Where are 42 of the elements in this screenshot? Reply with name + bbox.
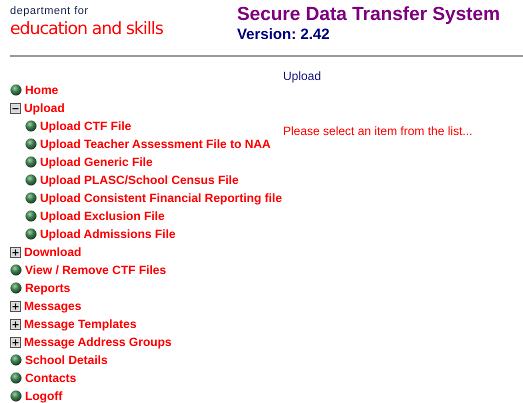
logo-tagline: department for (10, 4, 90, 18)
ball-icon (25, 192, 37, 204)
menu-link[interactable]: Messages (24, 297, 82, 315)
menu-link[interactable]: Upload Consistent Financial Reporting file (40, 189, 282, 207)
menu-link[interactable]: View / Remove CTF Files (25, 261, 166, 279)
menu-link[interactable]: Upload Admissions File (40, 225, 176, 243)
app-title: Secure Data Transfer System (237, 4, 500, 26)
menu-link[interactable]: Message Templates (24, 315, 136, 333)
plus-box-icon[interactable] (10, 336, 21, 348)
menu-link[interactable]: Download (24, 243, 82, 261)
ball-icon (25, 120, 37, 132)
menu-link[interactable]: Upload Teacher Assessment File to NAA (40, 135, 271, 153)
version-text: Version: 2.42 (237, 26, 331, 43)
instruction-text: Please select an item from the list... (283, 124, 472, 138)
ball-icon (25, 138, 37, 150)
menu-link[interactable]: Upload (24, 99, 65, 117)
menu-link[interactable]: Message Address Groups (24, 333, 172, 351)
minus-box-icon[interactable] (10, 102, 21, 114)
menu-link[interactable]: Upload Exclusion File (40, 207, 165, 225)
ball-icon (10, 84, 22, 96)
ball-icon (10, 282, 22, 294)
ball-icon (10, 354, 22, 366)
section-heading: Upload (283, 69, 322, 83)
ball-icon (25, 228, 37, 240)
menu-link[interactable]: Home (25, 81, 58, 99)
plus-box-icon[interactable] (10, 246, 21, 258)
menu-link[interactable]: Logoff (25, 387, 62, 403)
menu-link[interactable]: Upload PLASC/School Census File (40, 171, 239, 189)
plus-box-icon[interactable] (10, 300, 21, 312)
ball-icon (25, 210, 37, 222)
ball-icon (10, 264, 22, 276)
menu-link[interactable]: Contacts (25, 369, 76, 387)
menu-link[interactable]: Reports (25, 279, 70, 297)
ball-icon (10, 372, 22, 384)
menu-link[interactable]: School Details (25, 351, 108, 369)
ball-icon (10, 390, 22, 402)
menu-link[interactable]: Upload CTF File (40, 117, 132, 135)
logo-text: education and skills (10, 18, 164, 40)
plus-box-icon[interactable] (10, 318, 21, 330)
menu-link[interactable]: Upload Generic File (40, 153, 153, 171)
ball-icon (25, 174, 37, 186)
ball-icon (25, 156, 37, 168)
